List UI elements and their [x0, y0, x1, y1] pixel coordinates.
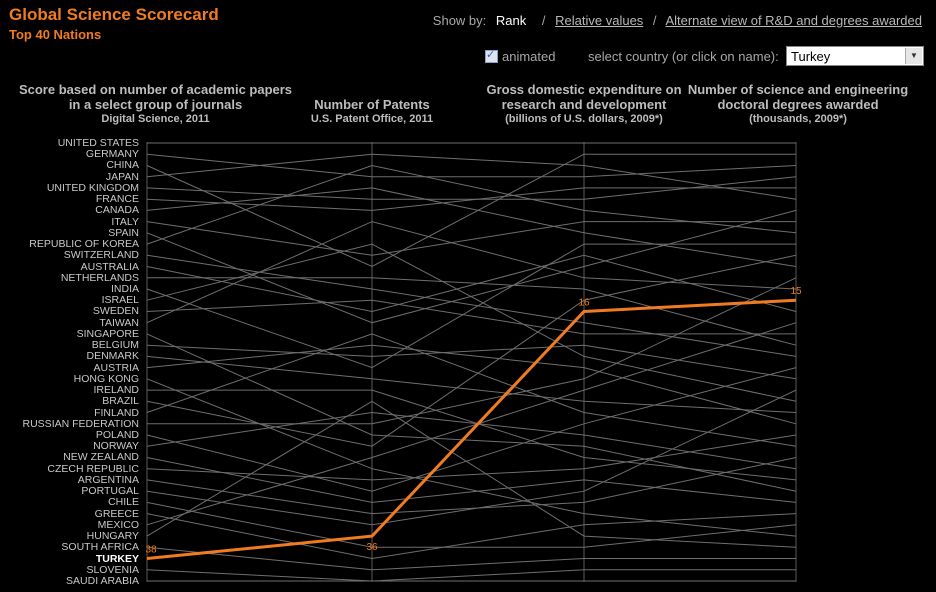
- country-label[interactable]: DENMARK: [86, 350, 139, 362]
- country-label[interactable]: JAPAN: [106, 171, 139, 183]
- highlight-line: [146, 298, 797, 560]
- series-line: [146, 355, 797, 413]
- country-label[interactable]: INDIA: [111, 283, 139, 295]
- data-label: 15: [790, 286, 802, 297]
- country-label[interactable]: HONG KONG: [74, 373, 139, 385]
- country-label[interactable]: SPAIN: [108, 227, 139, 239]
- parallel-rank-chart: 38 36 16 15: [145, 142, 802, 582]
- data-label: 38: [145, 545, 157, 556]
- country-label[interactable]: NORWAY: [93, 440, 139, 452]
- country-label[interactable]: IRELAND: [93, 384, 139, 396]
- series-line: [146, 153, 797, 178]
- country-label[interactable]: CHILE: [108, 496, 139, 508]
- country-label[interactable]: SOUTH AFRICA: [61, 541, 139, 553]
- country-label[interactable]: UNITED KINGDOM: [47, 182, 139, 194]
- country-label[interactable]: GERMANY: [86, 148, 139, 160]
- country-label[interactable]: BELGIUM: [92, 339, 139, 351]
- country-label[interactable]: POLAND: [96, 429, 139, 441]
- country-label[interactable]: SWEDEN: [93, 305, 139, 317]
- country-label[interactable]: MEXICO: [98, 519, 139, 531]
- country-label[interactable]: PORTUGAL: [81, 485, 139, 497]
- country-label[interactable]: CHINA: [106, 159, 139, 171]
- country-label[interactable]: REPUBLIC OF KOREA: [29, 238, 139, 250]
- series-line: [146, 546, 796, 571]
- country-label[interactable]: UNITED STATES: [58, 137, 139, 149]
- country-label[interactable]: ARGENTINA: [78, 474, 139, 486]
- country-label[interactable]: AUSTRIA: [93, 362, 139, 374]
- country-label[interactable]: CZECH REPUBLIC: [47, 463, 139, 475]
- series-line: [146, 221, 796, 256]
- country-label[interactable]: HUNGARY: [87, 530, 139, 542]
- country-label[interactable]: FINLAND: [94, 407, 139, 419]
- country-label[interactable]: SAUDI ARABIA: [66, 575, 139, 587]
- data-label: 16: [578, 297, 590, 308]
- series-line: [147, 277, 797, 346]
- country-label[interactable]: FRANCE: [96, 193, 139, 205]
- country-label[interactable]: RUSSIAN FEDERATION: [23, 418, 139, 430]
- country-label[interactable]: SINGAPORE: [77, 328, 139, 340]
- series-line: [146, 344, 797, 425]
- series-line: [146, 164, 797, 245]
- series-line: [146, 344, 797, 380]
- country-label[interactable]: CANADA: [95, 204, 139, 216]
- country-label[interactable]: NETHERLANDS: [61, 272, 139, 284]
- series-line: [146, 569, 796, 582]
- country-label[interactable]: TAIWAN: [99, 317, 139, 329]
- series-line: [146, 513, 797, 560]
- country-label[interactable]: ISRAEL: [102, 294, 139, 306]
- series-line: [147, 389, 797, 481]
- series-line: [146, 434, 797, 481]
- country-label[interactable]: TURKEY: [96, 553, 139, 565]
- data-label: 36: [366, 542, 378, 553]
- country-label[interactable]: NEW ZEALAND: [63, 451, 139, 463]
- country-label[interactable]: ITALY: [111, 216, 139, 228]
- series-line: [146, 389, 797, 526]
- country-label[interactable]: AUSTRALIA: [81, 261, 139, 273]
- country-label[interactable]: SLOVENIA: [86, 564, 139, 576]
- series-line: [146, 457, 797, 515]
- country-label[interactable]: SWITZERLAND: [64, 249, 139, 261]
- country-label[interactable]: BRAZIL: [102, 395, 139, 407]
- country-label[interactable]: GREECE: [95, 508, 139, 520]
